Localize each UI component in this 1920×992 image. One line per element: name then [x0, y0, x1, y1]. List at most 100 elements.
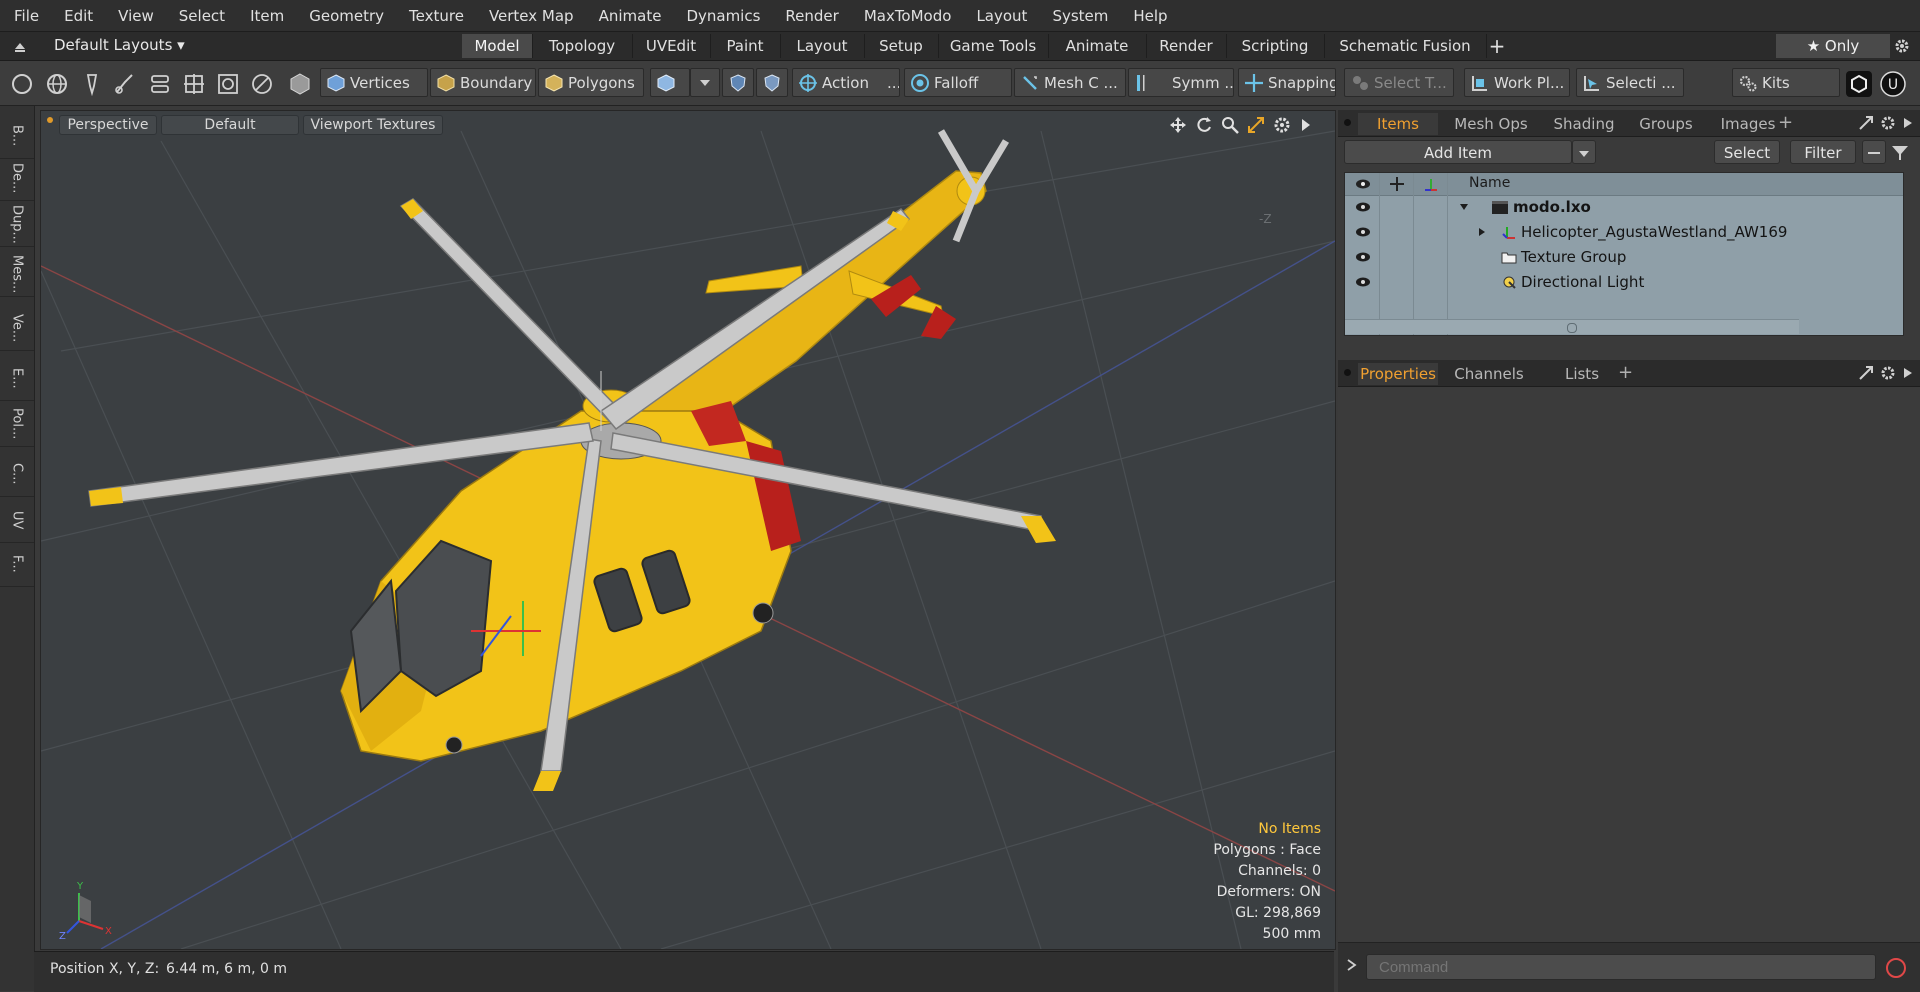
item-row-helicopter[interactable]: Helicopter_AgustaWestland_AW169: [1345, 220, 1903, 245]
items-gear-icon[interactable]: [1880, 115, 1896, 131]
add-tab-icon[interactable]: +: [1486, 34, 1508, 58]
item-row-scene[interactable]: modo.lxo: [1345, 195, 1903, 220]
left-tab-2[interactable]: Dup...: [0, 202, 34, 247]
action-center-button[interactable]: Action...: [792, 68, 900, 97]
symmetry-button[interactable]: Symm ...: [1128, 68, 1234, 97]
menu-maxtomodo[interactable]: MaxToModo: [850, 7, 963, 25]
items-tab-groups[interactable]: Groups: [1630, 113, 1702, 135]
gear-icon[interactable]: [1894, 38, 1910, 54]
properties-tab-properties[interactable]: Properties: [1358, 363, 1438, 385]
pen-icon[interactable]: [80, 72, 104, 96]
expand-right-icon[interactable]: [1477, 227, 1487, 237]
tab-setup[interactable]: Setup: [864, 34, 939, 58]
menu-help[interactable]: Help: [1119, 7, 1178, 25]
vertices-button[interactable]: Vertices: [320, 68, 428, 97]
selection-sets-button[interactable]: Selecti ...: [1576, 68, 1684, 97]
falloff-button[interactable]: Falloff: [904, 68, 1012, 97]
unreal-icon[interactable]: U: [1880, 71, 1906, 97]
work-plane-button[interactable]: Work Pl...: [1464, 68, 1570, 97]
viewport-textures-button[interactable]: Viewport Textures: [303, 115, 443, 135]
items-tab-mesh-ops[interactable]: Mesh Ops: [1444, 113, 1538, 135]
tab-topology[interactable]: Topology: [532, 34, 633, 58]
menu-edit[interactable]: Edit: [50, 7, 104, 25]
left-tab-1[interactable]: De...: [0, 156, 34, 201]
left-tab-9[interactable]: F...: [0, 542, 34, 587]
left-tab-8[interactable]: UV: [0, 498, 34, 543]
loop-icon[interactable]: [216, 72, 240, 96]
scroll-thumb[interactable]: [1567, 323, 1577, 333]
slice-icon[interactable]: [250, 72, 274, 96]
expand-down-icon[interactable]: [1459, 202, 1469, 212]
only-toggle[interactable]: ★ Only: [1776, 34, 1890, 58]
rotate-icon[interactable]: [1195, 116, 1213, 134]
eye-icon[interactable]: [1355, 225, 1371, 239]
item-row-texture-group[interactable]: Texture Group: [1345, 245, 1903, 270]
left-tab-4[interactable]: Ve...: [0, 306, 34, 351]
command-input[interactable]: [1366, 954, 1876, 980]
properties-gear-icon[interactable]: [1880, 365, 1896, 381]
brush-icon[interactable]: [113, 72, 137, 96]
add-properties-tab-icon[interactable]: +: [1618, 362, 1633, 383]
pan-icon[interactable]: [1169, 116, 1187, 134]
unity-icon[interactable]: [1846, 71, 1872, 97]
kits-button[interactable]: Kits: [1732, 68, 1840, 97]
maximize-icon[interactable]: [1858, 115, 1874, 131]
list-options-button[interactable]: [1862, 140, 1886, 164]
viewport-menu-dot[interactable]: [47, 117, 53, 123]
mesh-constraint-button[interactable]: Mesh C ...: [1014, 68, 1126, 97]
panel-menu-dot[interactable]: [1344, 119, 1351, 126]
bridge-icon[interactable]: [148, 72, 172, 96]
add-item-button[interactable]: Add Item: [1344, 140, 1572, 164]
add-items-tab-icon[interactable]: +: [1778, 112, 1793, 133]
eye-icon[interactable]: [1355, 250, 1371, 264]
tab-paint[interactable]: Paint: [710, 34, 781, 58]
properties-tab-lists[interactable]: Lists: [1542, 363, 1622, 385]
properties-tab-channels[interactable]: Channels: [1444, 363, 1534, 385]
soft-shield-button[interactable]: [756, 68, 788, 97]
item-list[interactable]: Name modo.lxo Helicopter_AgustaWestland_…: [1344, 172, 1904, 336]
tab-game-tools[interactable]: Game Tools: [938, 34, 1049, 58]
left-tab-5[interactable]: E...: [0, 356, 34, 401]
tab-schematic-fusion[interactable]: Schematic Fusion: [1324, 34, 1487, 58]
snapping-button[interactable]: Snapping: [1238, 68, 1336, 97]
material-mode-button[interactable]: [650, 68, 690, 97]
tab-layout[interactable]: Layout: [780, 34, 865, 58]
collapse-icon[interactable]: [12, 38, 28, 54]
circle-select-icon[interactable]: [10, 72, 34, 96]
menu-dynamics[interactable]: Dynamics: [672, 7, 771, 25]
tab-render[interactable]: Render: [1146, 34, 1227, 58]
items-tab-shading[interactable]: Shading: [1544, 113, 1624, 135]
eye-icon[interactable]: [1355, 275, 1371, 289]
helicopter-model[interactable]: [88, 129, 1056, 791]
play-arrow-icon[interactable]: [1299, 117, 1313, 133]
perspective-button[interactable]: Perspective: [59, 115, 157, 135]
menu-item[interactable]: Item: [236, 7, 295, 25]
add-item-dropdown[interactable]: [1572, 140, 1596, 164]
select-button[interactable]: Select: [1714, 140, 1780, 164]
menu-layout[interactable]: Layout: [962, 7, 1038, 25]
layout-selector[interactable]: Default Layouts ▾: [54, 36, 185, 54]
eye-icon[interactable]: [1355, 200, 1371, 214]
grid-icon[interactable]: [182, 72, 206, 96]
left-tab-0[interactable]: B...: [0, 114, 34, 159]
zoom-icon[interactable]: [1221, 116, 1239, 134]
item-list-scrollbar[interactable]: [1345, 319, 1799, 334]
item-row-directional-light[interactable]: Directional Light: [1345, 270, 1903, 295]
menu-select[interactable]: Select: [165, 7, 236, 25]
tab-model[interactable]: Model: [462, 34, 533, 58]
left-tab-6[interactable]: Pol...: [0, 402, 34, 447]
menu-animate[interactable]: Animate: [585, 7, 673, 25]
menu-texture[interactable]: Texture: [395, 7, 475, 25]
properties-maximize-icon[interactable]: [1858, 365, 1874, 381]
left-tab-7[interactable]: C...: [0, 452, 34, 497]
select-through-button[interactable]: Select T...: [1344, 68, 1454, 97]
menu-system[interactable]: System: [1038, 7, 1119, 25]
fit-icon[interactable]: [1247, 116, 1265, 134]
items-tab-items[interactable]: Items: [1358, 113, 1438, 135]
tab-scripting[interactable]: Scripting: [1226, 34, 1325, 58]
item-mode-icon[interactable]: [287, 71, 313, 97]
boundary-button[interactable]: Boundary: [430, 68, 536, 97]
properties-arrow-icon[interactable]: [1902, 366, 1914, 380]
tab-uvedit[interactable]: UVEdit: [632, 34, 711, 58]
record-icon[interactable]: [1884, 956, 1908, 980]
